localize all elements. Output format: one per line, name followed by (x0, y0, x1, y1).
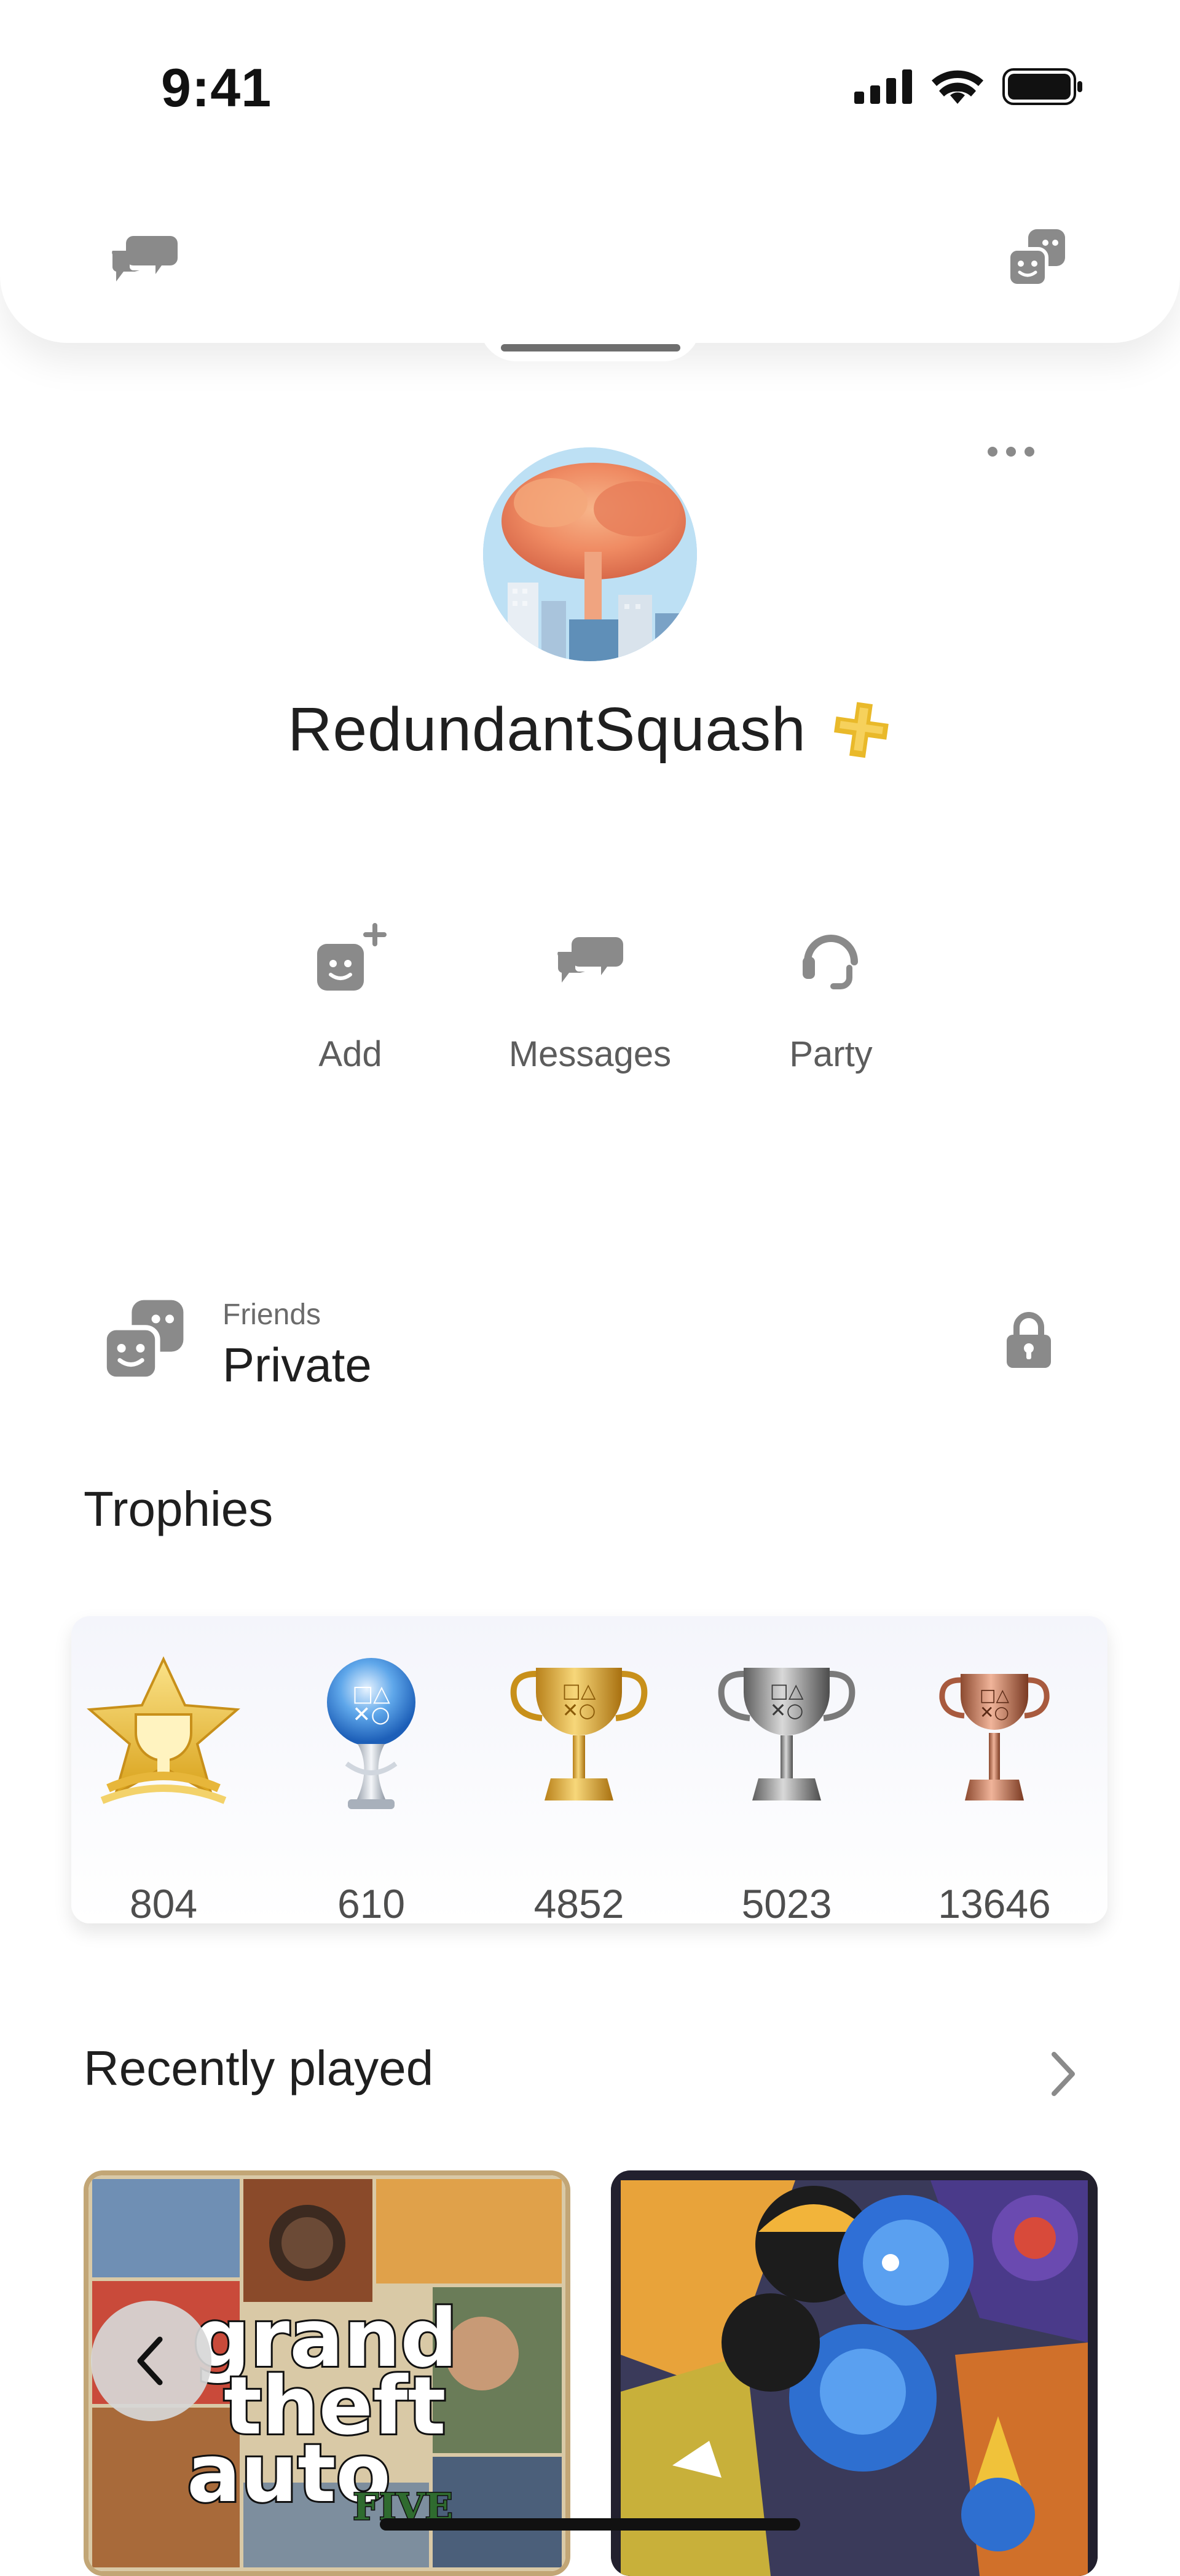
trophy-summary-card[interactable]: 804 □△ ✕○ 610 □△ ✕○ 4852 □△ ✕○ 5023 □△ ✕… (71, 1616, 1107, 1926)
back-button[interactable] (91, 2301, 211, 2421)
trophy-silver-count: 5023 (741, 1881, 832, 1926)
friends-top-button[interactable] (997, 218, 1077, 297)
party-button[interactable]: Party (733, 916, 929, 1100)
svg-text:✕○: ✕○ (352, 1702, 390, 1727)
trophy-silver: □△ ✕○ 5023 (694, 1653, 879, 1926)
friends-icon (1007, 229, 1065, 288)
svg-text:✕○: ✕○ (980, 1702, 1009, 1722)
trophy-level: 804 (71, 1653, 256, 1926)
avatar[interactable] (483, 447, 697, 661)
friends-privacy-value: Private (222, 1338, 372, 1392)
recently-played-see-all-button[interactable] (1039, 2046, 1088, 2102)
trophy-platinum: □△ ✕○ 610 (279, 1653, 463, 1926)
chevron-right-icon (1052, 2052, 1075, 2096)
mega-man-cover-art (611, 2170, 1098, 2576)
avatar-image (483, 447, 697, 661)
messages-icon (557, 937, 623, 983)
headset-icon (803, 935, 858, 989)
trophy-gold: □△ ✕○ 4852 (487, 1653, 671, 1926)
username: RedundantSquash (288, 695, 806, 764)
status-icons (854, 68, 1083, 106)
friends-label: Friends (222, 1298, 321, 1331)
gold-trophy-icon: □△ ✕○ (510, 1668, 648, 1800)
wifi-icon (932, 70, 983, 104)
cellular-signal-icon (854, 69, 912, 104)
friends-icon (101, 1300, 184, 1382)
more-dot (1025, 447, 1034, 457)
messages-label: Messages (508, 1034, 672, 1074)
svg-text:✕○: ✕○ (562, 1698, 596, 1722)
messages-top-button[interactable] (104, 218, 184, 297)
status-time: 9:41 (161, 57, 272, 118)
party-label: Party (789, 1034, 873, 1074)
silver-trophy-icon: □△ ✕○ (718, 1668, 856, 1800)
messages-icon (112, 236, 178, 281)
trophy-gold-count: 4852 (533, 1881, 624, 1926)
sheet-handle-area[interactable] (479, 324, 701, 361)
recently-played-title: Recently played (84, 2041, 434, 2095)
more-dot (1006, 447, 1016, 457)
playstation-plus-icon (833, 701, 889, 758)
add-friend-icon (317, 923, 387, 991)
trophy-level-icon (87, 1656, 240, 1804)
lock-icon (1007, 1312, 1051, 1368)
add-friend-button[interactable]: Add (252, 916, 449, 1100)
chevron-left-icon (137, 2336, 163, 2386)
username-row: RedundantSquash (0, 694, 1180, 765)
game-tile-mega-man[interactable] (611, 2170, 1098, 2576)
svg-text:✕○: ✕○ (770, 1698, 804, 1722)
bronze-trophy-icon: □△ ✕○ (939, 1674, 1050, 1800)
friends-row[interactable]: Friends Private (98, 1284, 1082, 1395)
home-indicator[interactable] (380, 2518, 800, 2531)
more-options-button[interactable] (977, 430, 1045, 473)
trophy-platinum-count: 610 (337, 1881, 406, 1926)
trophy-bronze: □△ ✕○ 13646 (902, 1653, 1087, 1926)
sheet-grabber[interactable] (501, 344, 680, 351)
trophies-title: Trophies (84, 1482, 273, 1536)
trophy-bronze-count: 13646 (938, 1881, 1051, 1926)
more-options-icon (988, 447, 997, 457)
trophy-level-count: 804 (129, 1881, 198, 1926)
battery-icon (1002, 68, 1082, 105)
platinum-trophy-icon: □△ ✕○ (327, 1658, 415, 1809)
messages-button[interactable]: Messages (492, 916, 688, 1100)
add-label: Add (318, 1034, 382, 1074)
